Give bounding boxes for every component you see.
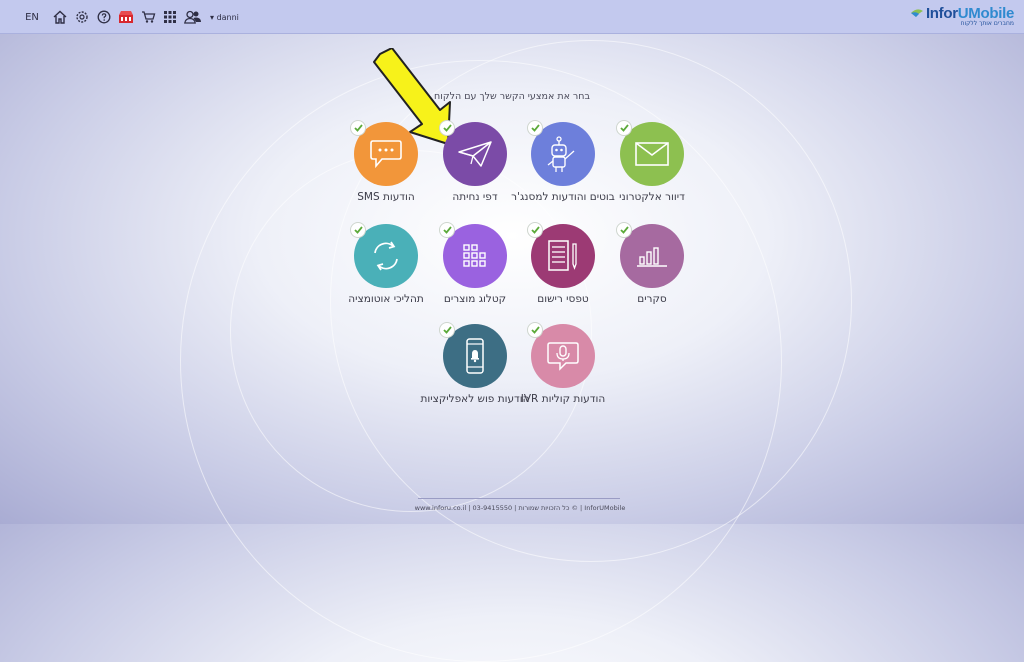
language-switch[interactable]: EN (24, 8, 40, 26)
brand-name-part1: Infor (925, 5, 958, 22)
service-circle[interactable] (439, 322, 507, 388)
shop-icon[interactable] (118, 8, 134, 26)
logo-badge-icon (910, 9, 923, 17)
paper-plane-icon (457, 140, 493, 168)
username: danni (216, 12, 239, 22)
refresh-cycle-icon (369, 239, 403, 273)
service-circle[interactable] (350, 222, 418, 288)
catalog-grid-icon (463, 244, 487, 268)
service-circle[interactable] (439, 120, 507, 186)
service-automation[interactable]: תהליכי אוטומציה (326, 222, 446, 306)
service-circle[interactable] (439, 222, 507, 288)
service-circle[interactable] (616, 120, 684, 186)
checkmark-icon (439, 322, 455, 338)
service-label: הודעות פוש לאפליקציות (420, 393, 530, 405)
microphone-icon (546, 341, 580, 371)
robot-icon (546, 135, 580, 173)
service-label: הודעות SMS (357, 191, 415, 203)
top-bar: EN ▾ danni InforUMobile מחברים אותך ללקו… (0, 0, 1024, 34)
service-circle[interactable] (527, 222, 595, 288)
apps-grid-icon[interactable] (162, 8, 178, 26)
checkmark-icon (350, 222, 366, 238)
footer-divider (418, 498, 620, 499)
users-icon[interactable] (184, 8, 202, 26)
service-circle[interactable] (350, 120, 418, 186)
cart-icon[interactable] (140, 8, 156, 26)
checkmark-icon (350, 120, 366, 136)
service-circle[interactable] (527, 120, 595, 186)
service-label: תהליכי אוטומציה (348, 293, 424, 305)
service-sms[interactable]: הודעות SMS (326, 120, 446, 204)
service-circle[interactable] (616, 222, 684, 288)
user-menu[interactable]: ▾ danni (210, 13, 239, 22)
service-circle[interactable] (527, 322, 595, 388)
footer-text: www.inforu.co.il | 03-9415550 | כל הזכוי… (414, 504, 626, 512)
service-push[interactable]: הודעות פוש לאפליקציות (415, 322, 535, 406)
home-icon[interactable] (52, 8, 68, 26)
brand-logo[interactable]: InforUMobile מחברים אותך ללקוח (910, 5, 1014, 27)
envelope-icon (635, 142, 669, 166)
help-icon[interactable] (96, 8, 112, 26)
toolbar: EN ▾ danni (24, 8, 239, 26)
phone-notification-icon (464, 338, 486, 374)
form-icon (548, 240, 578, 272)
chat-bubble-icon (369, 139, 403, 169)
chevron-down-icon: ▾ (210, 12, 215, 22)
settings-icon[interactable] (74, 8, 90, 26)
bar-chart-icon (637, 245, 667, 267)
